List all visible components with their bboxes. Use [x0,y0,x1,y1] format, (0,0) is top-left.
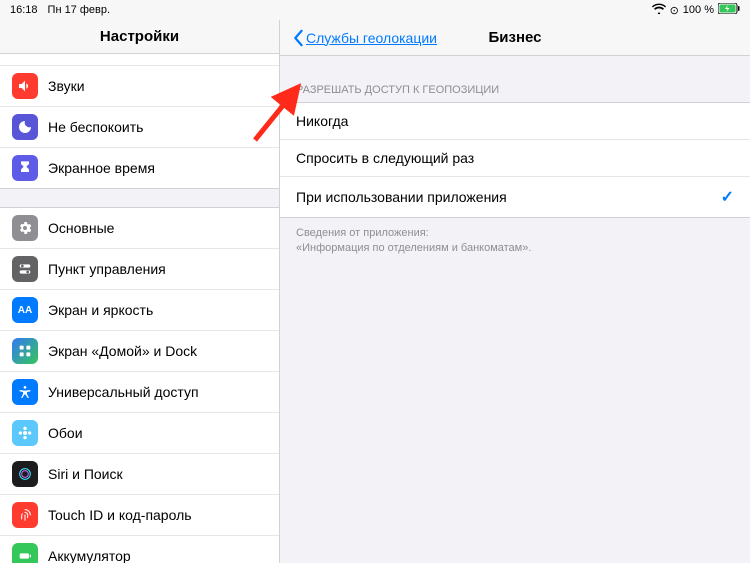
sidebar-item-accessibility[interactable]: Универсальный доступ [0,372,279,413]
page-title: Бизнес [488,29,541,46]
sidebar-item-label: Звуки [48,78,85,94]
sidebar-item-siri[interactable]: Siri и Поиск [0,454,279,495]
sidebar-item-wallpaper[interactable]: Обои [0,413,279,454]
sidebar: Настройки Звуки Не беспокоить Экранное в… [0,20,280,563]
hourglass-icon [12,155,38,181]
flower-icon [12,420,38,446]
status-time: 16:18 [10,4,38,16]
sidebar-item-controlcenter[interactable]: Пункт управления [0,249,279,290]
accessibility-icon [12,379,38,405]
option-ask-next-time[interactable]: Спросить в следующий раз [280,140,750,177]
sidebar-item-label: Универсальный доступ [48,384,199,400]
option-while-using[interactable]: При использовании приложения ✓ [280,177,750,217]
fingerprint-icon [12,502,38,528]
chevron-left-icon [292,29,304,47]
checkmark-icon: ✓ [721,187,734,207]
location-options: Никогда Спросить в следующий раз При исп… [280,102,750,218]
sidebar-item-touchid[interactable]: Touch ID и код-пароль [0,495,279,536]
main-panel: Службы геолокации Бизнес Разрешать досту… [280,20,750,563]
orientation-lock-icon: ⊙ [670,4,679,17]
sidebar-item-label: Аккумулятор [48,548,131,563]
sidebar-item-dnd[interactable]: Не беспокоить [0,107,279,148]
sidebar-item-homescreen[interactable]: Экран «Домой» и Dock [0,331,279,372]
back-button[interactable]: Службы геолокации [292,29,437,47]
moon-icon [12,114,38,140]
grid-icon [12,338,38,364]
battery-percent: 100 % [683,4,714,16]
sidebar-item-label: Основные [48,220,114,236]
sidebar-item-label: Не беспокоить [48,119,143,135]
sidebar-item-label: Экран и яркость [48,302,153,318]
sidebar-item-label: Touch ID и код-пароль [48,507,192,523]
status-bar: 16:18 Пн 17 февр. ⊙ 100 % [0,0,750,20]
textsize-icon: AA [12,297,38,323]
siri-icon [12,461,38,487]
sounds-icon [12,73,38,99]
back-label: Службы геолокации [306,30,437,46]
sidebar-item-label: Экран «Домой» и Dock [48,343,197,359]
battery-icon [12,543,38,563]
sidebar-item-battery[interactable]: Аккумулятор [0,536,279,563]
sidebar-item-display[interactable]: AA Экран и яркость [0,290,279,331]
gear-icon [12,215,38,241]
sidebar-item-screentime[interactable]: Экранное время [0,148,279,188]
sidebar-item-label: Siri и Поиск [48,466,123,482]
sidebar-item-label: Пункт управления [48,261,166,277]
option-label: Никогда [296,113,348,129]
option-label: Спросить в следующий раз [296,150,474,166]
sidebar-title: Настройки [0,20,279,54]
main-header: Службы геолокации Бизнес [280,20,750,56]
section-header: Разрешать доступ к геопозиции [280,56,750,102]
sidebar-item-label: Экранное время [48,160,155,176]
sidebar-item-sounds[interactable]: Звуки [0,66,279,107]
sidebar-item-partial[interactable] [0,54,279,66]
footer-note: Сведения от приложения: «Информация по о… [280,218,750,265]
option-label: При использовании приложения [296,189,507,205]
sidebar-item-general[interactable]: Основные [0,208,279,249]
switches-icon [12,256,38,282]
option-never[interactable]: Никогда [280,103,750,140]
status-date: Пн 17 февр. [48,4,111,16]
battery-icon [718,3,740,17]
sidebar-item-label: Обои [48,425,83,441]
wifi-icon [652,3,666,17]
